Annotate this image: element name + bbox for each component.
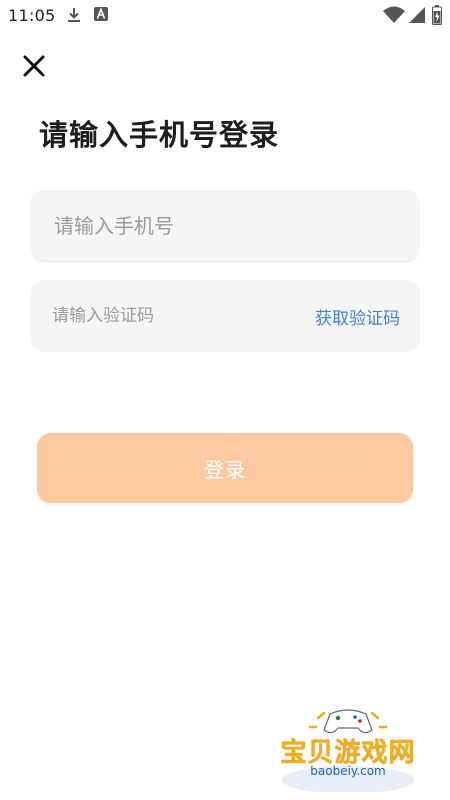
login-button[interactable]: 登录 (37, 433, 413, 503)
signal-icon (409, 7, 425, 23)
verification-code-field: 获取验证码 (30, 280, 420, 352)
login-screen: 11:05 请输入手机号登录 获取验证码 (0, 0, 450, 800)
phone-input[interactable] (30, 190, 420, 261)
a-letter-icon (94, 7, 108, 21)
phone-field (30, 190, 420, 262)
wifi-icon (383, 6, 405, 23)
battery-icon (432, 5, 442, 25)
status-bar: 11:05 (0, 0, 450, 32)
close-icon[interactable] (18, 50, 50, 82)
watermark-logo: 宝贝游戏网 baobeiy.com (268, 700, 428, 792)
download-icon (68, 8, 80, 22)
watermark-url: baobeiy.com (310, 764, 386, 778)
status-time: 11:05 (8, 6, 56, 25)
page-title: 请输入手机号登录 (39, 118, 280, 152)
get-code-button[interactable]: 获取验证码 (315, 304, 400, 329)
verification-code-input[interactable] (30, 280, 300, 352)
